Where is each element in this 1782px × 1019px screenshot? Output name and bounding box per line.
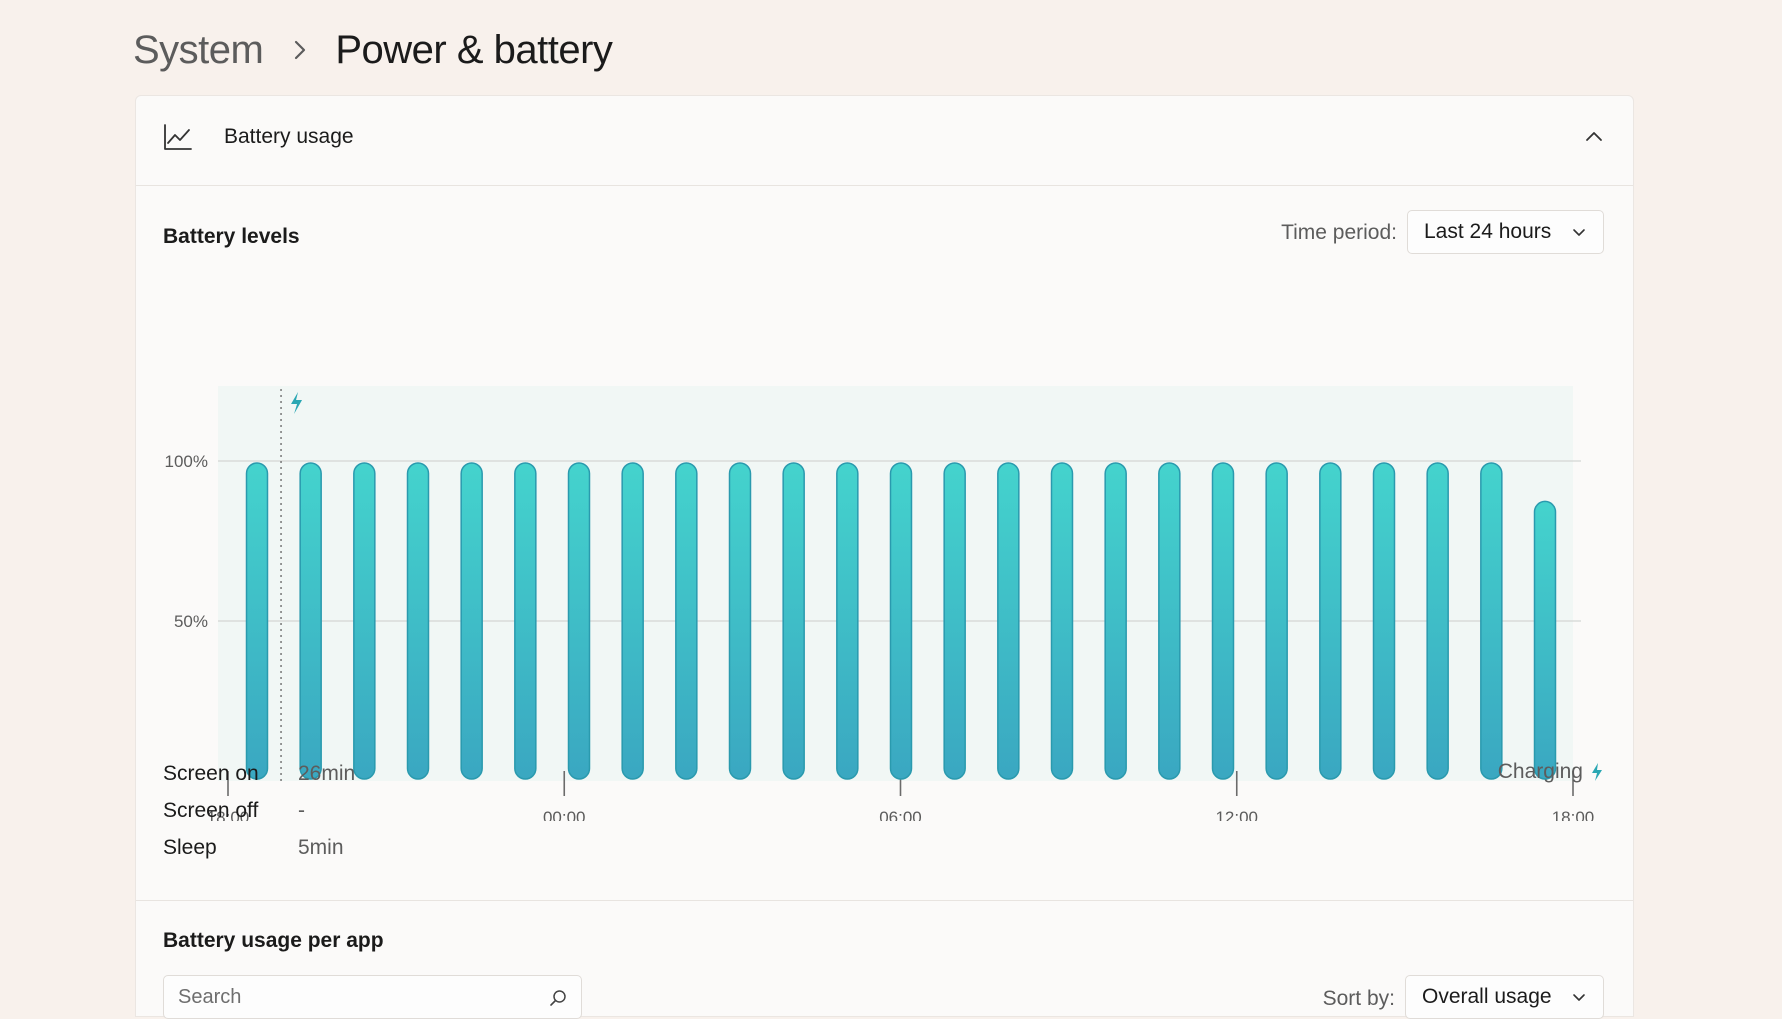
chevron-up-icon bbox=[1586, 132, 1602, 141]
chart-y-tick-label: 50% bbox=[174, 612, 208, 631]
chart-bar bbox=[889, 462, 913, 780]
sort-by-label: Sort by: bbox=[1322, 987, 1395, 1010]
sort-by-value: Overall usage bbox=[1422, 985, 1552, 1008]
chart-bar bbox=[997, 462, 1020, 780]
time-period-label: Time period: bbox=[1281, 221, 1397, 244]
search-icon[interactable] bbox=[549, 989, 567, 1007]
charging-legend: Charging bbox=[1498, 760, 1603, 784]
chart-bar bbox=[1480, 462, 1503, 780]
screen-on-label: Screen on bbox=[163, 762, 259, 785]
charging-legend-label: Charging bbox=[1497, 760, 1583, 783]
sleep-label: Sleep bbox=[163, 836, 217, 859]
page-title: Power & battery bbox=[335, 27, 613, 72]
screen-off-value: - bbox=[298, 799, 305, 822]
chart-x-tick-label: 06:00 bbox=[879, 808, 922, 821]
battery-levels-title: Battery levels bbox=[163, 225, 300, 248]
chart-bar bbox=[567, 462, 591, 780]
chart-bar bbox=[782, 462, 805, 780]
chart-bar bbox=[514, 462, 537, 780]
chart-bar bbox=[1265, 462, 1288, 780]
chart-bar bbox=[245, 462, 269, 780]
sleep-value: 5min bbox=[298, 836, 344, 859]
time-period-value: Last 24 hours bbox=[1424, 220, 1552, 243]
chevron-right-icon bbox=[295, 40, 306, 60]
chart-bar bbox=[353, 462, 376, 780]
breadcrumb: System Power & battery bbox=[133, 22, 613, 78]
chart-bar bbox=[1372, 462, 1396, 780]
chart-bar bbox=[299, 462, 322, 780]
section-divider bbox=[136, 900, 1633, 901]
chart-bar bbox=[1426, 462, 1449, 780]
battery-usage-per-app-title: Battery usage per app bbox=[163, 929, 384, 952]
battery-usage-header[interactable]: Battery usage bbox=[136, 96, 1633, 186]
app-search-box[interactable] bbox=[163, 975, 582, 1019]
chart-bar bbox=[1319, 462, 1342, 780]
chart-x-tick-label: 18:00 bbox=[1552, 808, 1595, 821]
chart-x-tick-label: 00:00 bbox=[543, 808, 586, 821]
battery-usage-title: Battery usage bbox=[224, 125, 354, 148]
chart-bar bbox=[1104, 462, 1127, 780]
chevron-down-icon bbox=[1573, 229, 1585, 236]
screen-off-label: Screen off bbox=[163, 799, 259, 822]
chevron-down-icon bbox=[1573, 994, 1585, 1001]
time-period-dropdown[interactable]: Last 24 hours bbox=[1407, 210, 1604, 254]
chart-bar bbox=[621, 462, 644, 780]
chart-bar bbox=[675, 462, 698, 780]
chart-x-tick-label: 12:00 bbox=[1215, 808, 1258, 821]
sort-by-dropdown[interactable]: Overall usage bbox=[1405, 975, 1604, 1019]
chart-bar bbox=[460, 462, 483, 780]
battery-usage-card: Battery usage Battery levels Time period… bbox=[135, 95, 1634, 1019]
battery-levels-chart: 100%50%18:00 00:00 06:00 12:00 18:00 bbox=[165, 386, 1595, 821]
chart-bar bbox=[836, 462, 859, 780]
collapse-button[interactable] bbox=[1575, 118, 1613, 156]
chart-bar bbox=[1158, 462, 1181, 780]
breadcrumb-system-link[interactable]: System bbox=[133, 28, 264, 73]
lightning-bolt-icon bbox=[1592, 763, 1602, 781]
screen-on-value: 26min bbox=[298, 762, 356, 785]
chart-y-tick-label: 100% bbox=[165, 452, 208, 471]
chart-bar bbox=[1533, 500, 1557, 780]
chart-bar bbox=[1211, 462, 1235, 780]
line-chart-icon bbox=[164, 124, 192, 150]
chart-bar bbox=[406, 462, 430, 780]
search-input[interactable] bbox=[178, 976, 538, 1018]
chart-bar bbox=[943, 462, 966, 780]
chart-bar bbox=[728, 462, 752, 780]
chart-bar bbox=[1050, 462, 1074, 780]
